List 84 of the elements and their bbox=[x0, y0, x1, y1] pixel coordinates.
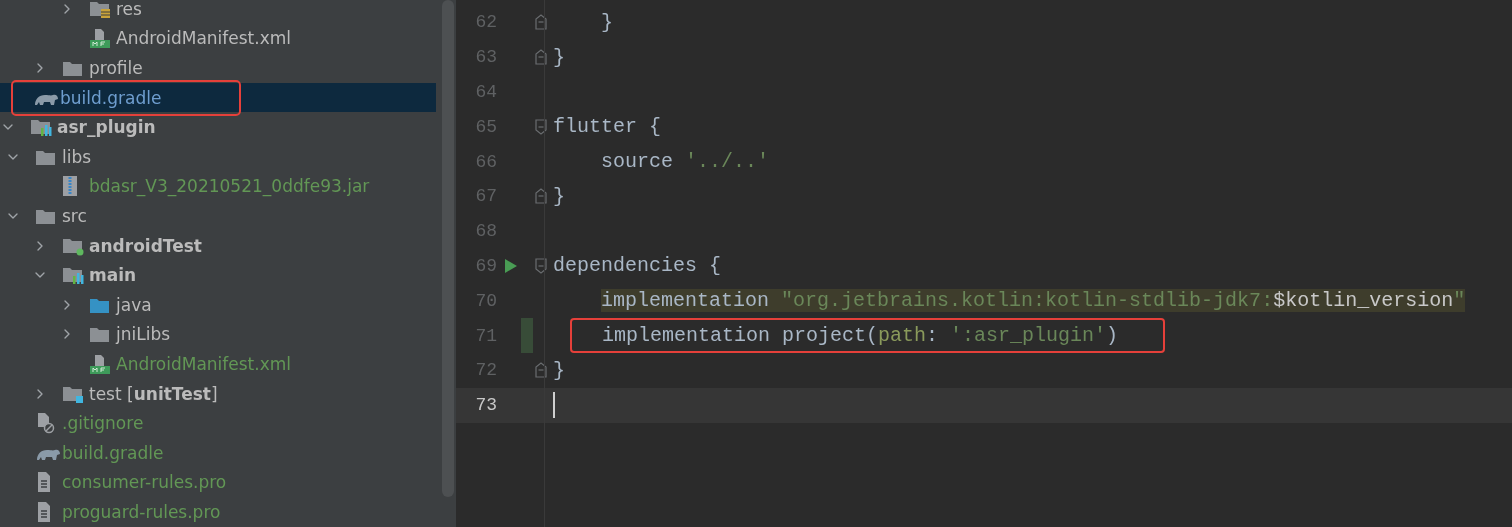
line-number: 62 bbox=[474, 12, 497, 33]
code-editor[interactable]: 62 } 63 } 64 65 flutter { 66 source '../..' 67 } 68 69 dependencies { 70 implementation "org.jetbrains.kotlin:kotlin-stdlib-jdk7:$kotlin_version" 71 implementation project(path: ':asr_plugin') 72 } 73 bbox=[456, 0, 1512, 527]
code-token: } bbox=[601, 10, 614, 34]
manifest-file-icon bbox=[89, 353, 111, 374]
fold-marker-icon[interactable] bbox=[534, 117, 548, 136]
item-label: .gitignore bbox=[62, 413, 144, 434]
code-token: ) bbox=[1106, 324, 1119, 348]
folder-icon bbox=[89, 325, 111, 344]
tree-item[interactable]: libs bbox=[0, 141, 436, 172]
archive-file-icon bbox=[62, 175, 78, 198]
code-token: "org.jetbrains.kotlin:kotlin-stdlib-jdk7: bbox=[781, 289, 1274, 313]
line-number: 72 bbox=[474, 360, 497, 381]
code-token: $kotlin_version bbox=[1273, 289, 1454, 313]
code-token: source bbox=[601, 150, 675, 174]
code-token: flutter { bbox=[553, 115, 662, 139]
item-label: build.gradle bbox=[62, 442, 164, 463]
ignored-file-icon bbox=[35, 412, 57, 435]
module-folder-icon bbox=[62, 265, 84, 286]
item-label: AndroidManifest.xml bbox=[116, 353, 292, 374]
tree-item[interactable]: main bbox=[0, 260, 436, 290]
tree-item[interactable]: test [unitTest] bbox=[0, 378, 436, 409]
tree-item[interactable]: build.gradle bbox=[0, 437, 436, 468]
manifest-file-icon bbox=[89, 28, 111, 49]
line-number: 71 bbox=[474, 325, 497, 346]
tree-item[interactable]: src bbox=[0, 201, 436, 231]
fold-marker-icon[interactable] bbox=[534, 48, 548, 67]
item-label: main bbox=[89, 265, 137, 286]
item-label: res bbox=[116, 0, 142, 19]
item-label: src bbox=[62, 205, 87, 226]
tree-item[interactable]: consumer-rules.pro bbox=[0, 467, 436, 498]
item-label: jniLibs bbox=[116, 324, 171, 345]
folder-icon bbox=[62, 59, 84, 77]
tree-item[interactable]: res bbox=[0, 0, 436, 24]
tree-item[interactable]: jniLibs bbox=[0, 319, 436, 350]
tree-item[interactable]: bdasr_V3_20210521_0ddfe93.jar bbox=[0, 171, 436, 202]
tree-item[interactable]: AndroidManifest.xml bbox=[0, 23, 436, 54]
line-number: 73 bbox=[474, 395, 497, 416]
item-label: asr_plugin bbox=[57, 117, 156, 138]
line-number: 64 bbox=[474, 82, 497, 102]
item-label: AndroidManifest.xml bbox=[116, 28, 292, 49]
item-label: consumer-rules.pro bbox=[62, 472, 227, 493]
line-number: 69 bbox=[474, 255, 497, 276]
code-token: : bbox=[926, 324, 940, 348]
item-label: libs bbox=[62, 146, 92, 167]
line-number: 63 bbox=[474, 47, 497, 68]
fold-marker-icon[interactable] bbox=[534, 13, 548, 32]
tree-item[interactable]: profile bbox=[0, 53, 436, 83]
tree-item[interactable]: build.gradle bbox=[0, 82, 436, 113]
item-label: bdasr_V3_20210521_0ddfe93.jar bbox=[89, 176, 370, 197]
tree-item[interactable]: .gitignore bbox=[0, 408, 436, 438]
code-token: } bbox=[553, 358, 565, 382]
item-label: proguard-rules.pro bbox=[62, 501, 221, 522]
code-token: dependencies { bbox=[553, 254, 722, 278]
module-folder-icon bbox=[30, 117, 52, 138]
text-file-icon bbox=[35, 500, 53, 523]
code-token: } bbox=[553, 184, 565, 208]
tree-item[interactable]: java bbox=[0, 289, 436, 320]
code-token: } bbox=[553, 45, 565, 69]
line-number: 68 bbox=[474, 221, 497, 242]
code-token: implementation bbox=[601, 289, 782, 313]
fold-marker-icon[interactable] bbox=[534, 256, 548, 275]
code-token: path bbox=[878, 324, 927, 348]
fold-marker-icon[interactable] bbox=[534, 361, 548, 380]
line-number: 67 bbox=[474, 186, 497, 207]
line-number: 65 bbox=[474, 116, 497, 137]
item-label: androidTest bbox=[89, 235, 202, 256]
line-number: 66 bbox=[474, 151, 497, 172]
code-token: implementation project( bbox=[602, 324, 879, 348]
line-number: 70 bbox=[474, 290, 497, 311]
text-file-icon bbox=[35, 471, 53, 494]
code-token: " bbox=[1453, 289, 1466, 313]
item-label: profile bbox=[89, 58, 143, 78]
tree-item[interactable]: androidTest bbox=[0, 230, 436, 261]
fold-marker-icon[interactable] bbox=[534, 187, 548, 206]
code-token: ':asr_plugin' bbox=[950, 324, 1107, 348]
tree-item[interactable]: AndroidManifest.xml bbox=[0, 349, 436, 379]
run-icon[interactable] bbox=[504, 257, 518, 274]
tree-item[interactable]: proguard-rules.pro bbox=[0, 497, 436, 527]
item-label: java bbox=[116, 294, 152, 315]
text-caret bbox=[553, 392, 555, 419]
item-label: test [unitTest] bbox=[89, 383, 218, 404]
code-token: '../..' bbox=[685, 150, 770, 174]
item-label: build.gradle bbox=[60, 87, 162, 108]
tree-item[interactable]: asr_plugin bbox=[0, 112, 436, 142]
